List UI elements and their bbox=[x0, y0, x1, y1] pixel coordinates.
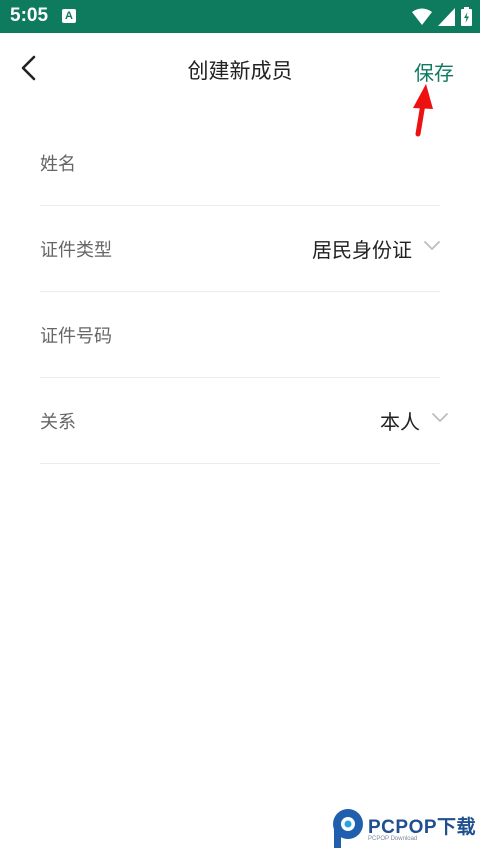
relation-row[interactable]: 关系 本人 bbox=[40, 378, 448, 464]
id-type-row[interactable]: 证件类型 居民身份证 bbox=[40, 206, 440, 292]
relation-label: 关系 bbox=[40, 412, 76, 433]
id-type-label: 证件类型 bbox=[40, 240, 112, 261]
watermark-brand: PCPOP下载 bbox=[368, 817, 477, 838]
page-title: 创建新成员 bbox=[187, 59, 293, 83]
notification-app-icon: A bbox=[62, 9, 76, 23]
signal-icon bbox=[438, 7, 455, 26]
member-form: 姓名 证件类型 居民身份证 证件号码 关系 本人 bbox=[40, 120, 448, 464]
id-type-value: 居民身份证 bbox=[312, 238, 412, 262]
battery-charging-icon bbox=[461, 7, 472, 26]
name-row[interactable]: 姓名 bbox=[40, 120, 440, 206]
relation-value: 本人 bbox=[380, 410, 420, 434]
id-number-label: 证件号码 bbox=[40, 326, 112, 347]
chevron-down-icon bbox=[432, 413, 448, 422]
pcpop-logo-icon bbox=[333, 809, 363, 848]
watermark-sub: PCPOP Download bbox=[368, 836, 418, 842]
chevron-down-icon bbox=[424, 241, 440, 250]
name-label: 姓名 bbox=[40, 154, 76, 175]
id-number-row[interactable]: 证件号码 bbox=[40, 292, 440, 378]
status-icons bbox=[412, 7, 472, 26]
status-time: 5:05 bbox=[10, 5, 49, 26]
wifi-icon bbox=[412, 8, 432, 25]
status-bar: 5:05 A bbox=[0, 0, 480, 33]
watermark: PCPOP下载 PCPOP Download bbox=[332, 806, 478, 850]
